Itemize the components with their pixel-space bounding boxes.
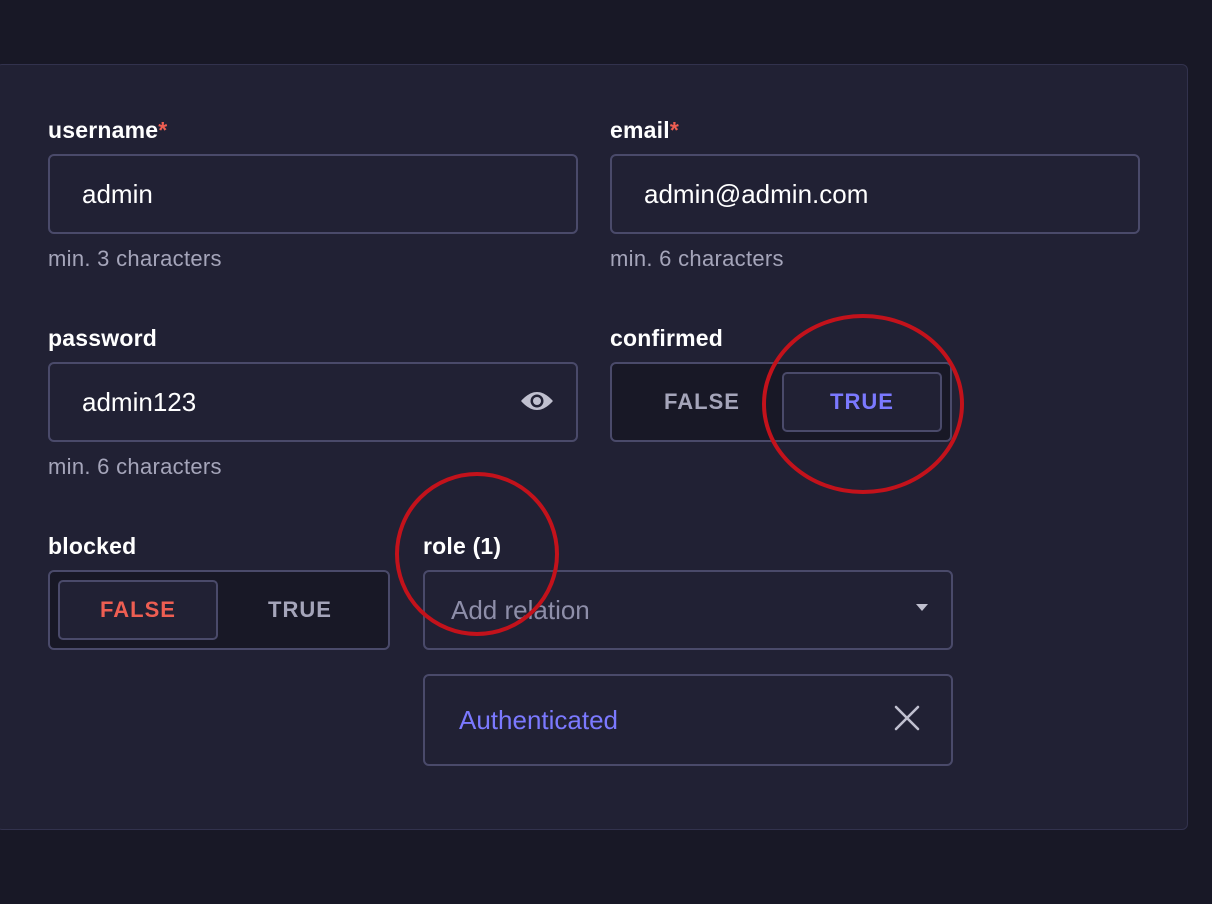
username-value: admin [82, 178, 153, 209]
email-input[interactable]: admin@admin.com [610, 154, 1140, 234]
role-placeholder: Add relation [451, 594, 590, 625]
confirmed-toggle: FALSE TRUE [610, 362, 952, 442]
eye-icon[interactable] [520, 386, 554, 416]
blocked-label: blocked [48, 533, 137, 559]
caret-down-icon[interactable] [915, 602, 929, 612]
password-input[interactable]: admin123 [48, 362, 578, 442]
blocked-true-option[interactable]: TRUE [220, 580, 380, 640]
role-selected-item: Authenticated [423, 674, 953, 766]
role-selected-item-label[interactable]: Authenticated [459, 705, 618, 736]
username-label: username* [48, 117, 167, 144]
email-hint: min. 6 characters [610, 246, 784, 271]
confirmed-true-option[interactable]: TRUE [782, 372, 942, 432]
email-required-mark: * [669, 117, 679, 143]
username-input[interactable]: admin [48, 154, 578, 234]
confirmed-label: confirmed [610, 325, 723, 351]
blocked-false-option[interactable]: FALSE [58, 580, 218, 640]
role-label: role (1) [423, 533, 502, 559]
password-label: password [48, 325, 157, 351]
close-icon[interactable] [893, 704, 921, 732]
username-label-text: username [48, 117, 159, 143]
page: username* admin min. 3 characters email*… [0, 0, 1212, 904]
blocked-toggle: FALSE TRUE [48, 570, 390, 650]
email-value: admin@admin.com [644, 178, 869, 209]
role-relation-select[interactable]: Add relation [423, 570, 953, 650]
email-label-text: email [610, 117, 670, 143]
username-required-mark: * [158, 117, 168, 143]
password-hint: min. 6 characters [48, 454, 222, 479]
password-value: admin123 [82, 386, 197, 417]
email-label: email* [610, 117, 679, 144]
username-hint: min. 3 characters [48, 246, 222, 271]
confirmed-false-option[interactable]: FALSE [622, 372, 782, 432]
